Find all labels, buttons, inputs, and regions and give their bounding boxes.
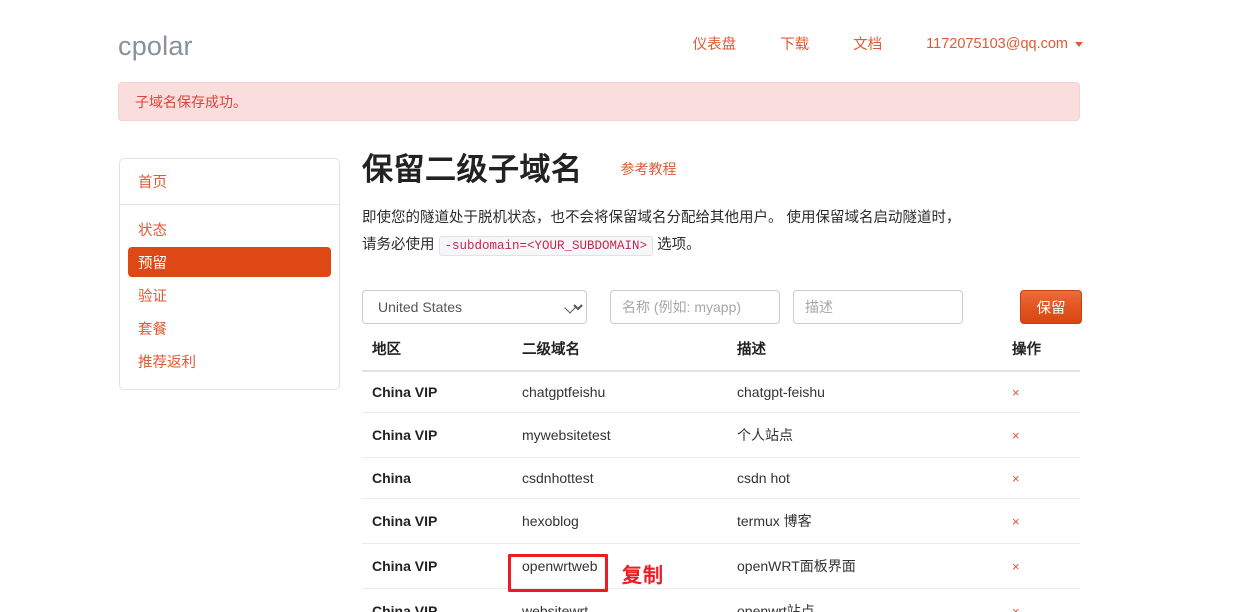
description-input[interactable] xyxy=(793,290,963,324)
cell-action: × xyxy=(1012,412,1080,458)
title-row: 保留二级子域名 参考教程 xyxy=(362,150,1082,190)
cell-domain: hexoblog xyxy=(522,498,737,544)
table-head: 地区 二级域名 描述 操作 xyxy=(362,338,1080,372)
save-reserve-button[interactable]: 保留 xyxy=(1020,290,1082,324)
region-select-wrapper[interactable]: United States xyxy=(362,290,587,324)
column-header-domain: 二级域名 xyxy=(522,338,737,372)
tutorial-link[interactable]: 参考教程 xyxy=(621,159,677,179)
cell-region: China VIP xyxy=(362,543,522,589)
sidebar-home-label: 首页 xyxy=(138,175,167,191)
page-description: 即使您的隧道处于脱机状态，也不会将保留域名分配给其他用户。 使用保留域名启动隧道… xyxy=(362,205,962,260)
sidebar-item-verify[interactable]: 验证 xyxy=(128,280,331,310)
column-header-action: 操作 xyxy=(1012,338,1080,372)
table-row: China csdnhottest csdn hot × xyxy=(362,457,1080,499)
table-row: China VIP chatgptfeishu chatgpt-feishu × xyxy=(362,371,1080,413)
brand-logo[interactable]: cpolar xyxy=(118,31,193,62)
delete-icon[interactable]: × xyxy=(1012,472,1020,485)
alert-message: 子域名保存成功。 xyxy=(135,93,247,110)
delete-icon[interactable]: × xyxy=(1012,386,1020,399)
cell-action: × xyxy=(1012,498,1080,544)
cell-region: China xyxy=(362,457,522,499)
reserved-domains-table: 地区 二级域名 描述 操作 China VIP chatgptfeishu ch… xyxy=(362,338,1080,612)
table-body: China VIP chatgptfeishu chatgpt-feishu ×… xyxy=(362,371,1080,612)
user-email-label: 1172075103@qq.com xyxy=(926,35,1068,52)
cell-region: China VIP xyxy=(362,498,522,544)
sidebar-label-referral: 推荐返利 xyxy=(138,354,196,371)
delete-icon[interactable]: × xyxy=(1012,429,1020,442)
delete-icon[interactable]: × xyxy=(1012,605,1020,612)
table-header-row: 地区 二级域名 描述 操作 xyxy=(362,338,1080,372)
sidebar-label-verify: 验证 xyxy=(138,288,167,305)
sidebar: 首页 状态 预留 验证 套餐 推荐返利 xyxy=(119,158,340,390)
cell-action: × xyxy=(1012,588,1080,612)
subdomain-flag-code: -subdomain=<YOUR_SUBDOMAIN> xyxy=(438,236,654,256)
cell-region: China VIP xyxy=(362,371,522,413)
delete-icon[interactable]: × xyxy=(1012,515,1020,528)
sidebar-label-reserved: 预留 xyxy=(138,255,167,272)
cell-domain: csdnhottest xyxy=(522,457,737,499)
cell-description: openwrt站点 xyxy=(737,588,1012,612)
cell-domain: chatgptfeishu xyxy=(522,371,737,413)
main-content: 保留二级子域名 参考教程 即使您的隧道处于脱机状态，也不会将保留域名分配给其他用… xyxy=(362,150,1082,260)
column-header-region: 地区 xyxy=(362,338,522,372)
sidebar-item-referral[interactable]: 推荐返利 xyxy=(128,346,331,376)
table-row: China VIP openwrtweb openWRT面板界面 × xyxy=(362,543,1080,589)
sidebar-label-plan: 套餐 xyxy=(138,321,167,338)
page-root: cpolar 仪表盘 下载 文档 1172075103@qq.com 子域名保存… xyxy=(0,0,1245,612)
sidebar-item-status[interactable]: 状态 xyxy=(128,214,331,244)
sidebar-item-reserved[interactable]: 预留 xyxy=(128,247,331,277)
nav-dashboard[interactable]: 仪表盘 xyxy=(693,33,737,54)
cell-domain-highlighted: websitewrt xyxy=(522,588,737,612)
success-alert: 子域名保存成功。 xyxy=(118,82,1080,121)
column-header-description: 描述 xyxy=(737,338,1012,372)
table-row: China VIP mywebsitetest 个人站点 × xyxy=(362,412,1080,458)
annotation-copy-label: 复制 xyxy=(622,565,664,587)
sidebar-item-home[interactable]: 首页 xyxy=(120,159,339,205)
cell-description: termux 博客 xyxy=(737,498,1012,544)
site-header: cpolar 仪表盘 下载 文档 1172075103@qq.com xyxy=(0,0,1245,76)
table-row: China VIP hexoblog termux 博客 × xyxy=(362,498,1080,544)
region-select[interactable]: United States xyxy=(362,290,587,324)
description-text-part2: 选项。 xyxy=(657,237,701,253)
cell-description: openWRT面板界面 xyxy=(737,543,1012,589)
nav-docs[interactable]: 文档 xyxy=(853,33,882,54)
nav-download[interactable]: 下载 xyxy=(780,33,809,54)
cell-region: China VIP xyxy=(362,588,522,612)
cell-description: chatgpt-feishu xyxy=(737,371,1012,413)
page-title: 保留二级子域名 xyxy=(362,152,583,187)
main-navigation: 仪表盘 下载 文档 1172075103@qq.com xyxy=(693,33,1083,54)
cell-description: csdn hot xyxy=(737,457,1012,499)
delete-icon[interactable]: × xyxy=(1012,560,1020,573)
sidebar-label-status: 状态 xyxy=(138,222,167,239)
cell-action: × xyxy=(1012,371,1080,413)
reserve-form: United States 保留 xyxy=(362,290,1082,324)
user-menu[interactable]: 1172075103@qq.com xyxy=(926,36,1083,52)
subdomain-name-input[interactable] xyxy=(610,290,780,324)
sidebar-item-plan[interactable]: 套餐 xyxy=(128,313,331,343)
sidebar-menu: 状态 预留 验证 套餐 推荐返利 xyxy=(120,205,339,389)
table-row: China VIP websitewrt openwrt站点 × xyxy=(362,588,1080,612)
cell-domain: mywebsitetest xyxy=(522,412,737,458)
cell-description: 个人站点 xyxy=(737,412,1012,458)
cell-action: × xyxy=(1012,457,1080,499)
cell-action: × xyxy=(1012,543,1080,589)
cell-region: China VIP xyxy=(362,412,522,458)
chevron-down-icon xyxy=(1075,42,1083,47)
